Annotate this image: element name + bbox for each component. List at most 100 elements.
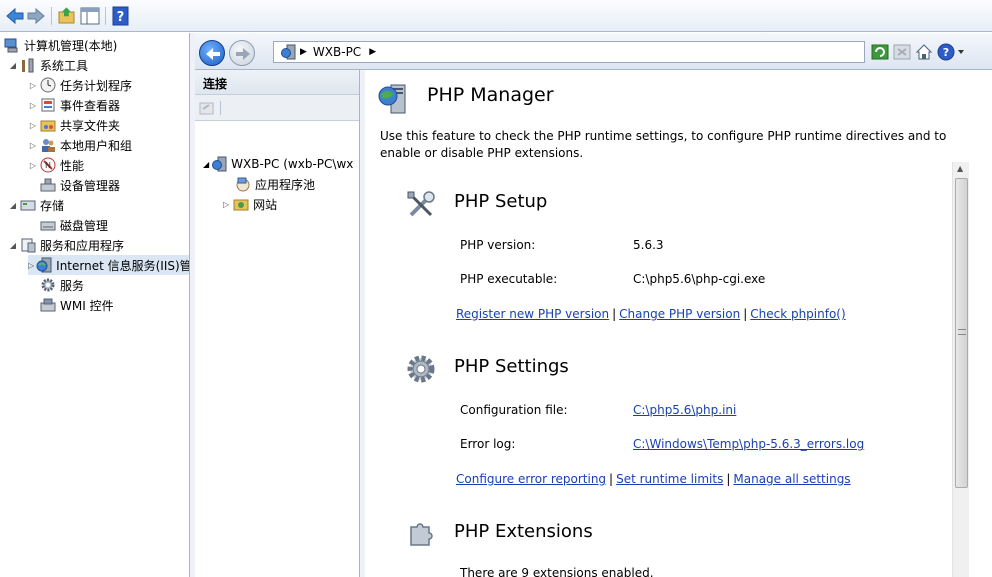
breadcrumb-arrow-icon[interactable]: ▶ [300,47,307,57]
php-executable-label: PHP executable: [460,272,558,286]
forward-arrow-icon[interactable] [26,6,46,26]
error-reporting-link[interactable]: Configure error reporting [456,472,606,486]
section-title-php-extensions: PHP Extensions [454,521,593,542]
error-log-link[interactable]: C:\Windows\Temp\php-5.6.3_errors.log [633,437,864,451]
connect-icon[interactable] [199,100,215,116]
show-hide-tree-icon[interactable] [80,6,100,26]
back-button[interactable] [199,40,225,66]
svg-text:?: ? [943,46,949,59]
tree-item-services[interactable]: 服务 [40,275,84,295]
change-php-link[interactable]: Change PHP version [619,307,740,321]
grip-icon [958,329,966,335]
tools-icon [405,189,437,221]
tree-item-label: 事件查看器 [60,98,121,113]
collapse-icon[interactable]: ◢ [8,241,18,250]
tree-item-label: 共享文件夹 [60,118,121,133]
expand-icon[interactable]: ▷ [223,200,229,209]
conn-node-label: 应用程序池 [255,177,316,192]
extensions-summary: There are 9 extensions enabled. [460,566,654,577]
scroll-up-arrow-icon[interactable]: ▲ [957,164,963,173]
register-php-link[interactable]: Register new PHP version [456,307,609,321]
collapse-icon[interactable]: ◢ [203,160,209,169]
scroll-thumb[interactable] [955,178,968,488]
app-pool-icon [235,176,251,192]
tree-item-performance[interactable]: ▷ N 性能 [28,155,84,175]
php-version-label: PHP version: [460,238,536,252]
tree-item-label: Internet 信息服务(IIS)管 [56,258,190,273]
address-box[interactable]: ▶ WXB-PC ▶ [273,41,865,63]
runtime-limits-link[interactable]: Set runtime limits [616,472,723,486]
home-icon[interactable] [915,43,933,61]
tree-item-label: 设备管理器 [60,178,121,193]
sites-folder-icon [233,196,249,212]
tree-item-label: 服务 [60,278,85,293]
server-icon [211,156,227,172]
php-settings-links: Configure error reporting | Set runtime li… [456,472,851,486]
section-title-php-setup: PHP Setup [454,191,548,212]
breadcrumb-server[interactable]: WXB-PC [313,45,361,59]
conn-node-app-pools[interactable]: 应用程序池 [235,174,315,194]
forward-button[interactable] [229,40,255,66]
refresh-icon[interactable] [871,43,889,61]
tree-item-task-scheduler[interactable]: ▷ 任务计划程序 [28,75,132,95]
expand-icon[interactable]: ▷ [28,81,38,90]
tree-item-label: 性能 [60,158,85,173]
stop-icon[interactable] [893,43,911,61]
address-bar-actions: ? [871,42,967,62]
help-icon[interactable]: ? [111,6,131,26]
gear-icon [405,353,437,385]
tree-item-label: 服务和应用程序 [40,238,125,253]
tree-root-label: 计算机管理(本地) [24,38,118,53]
conn-node-server[interactable]: ◢ WXB-PC (wxb-PC\wx [203,154,353,174]
tree-root[interactable]: 计算机管理(本地) [4,35,117,55]
section-title-php-settings: PHP Settings [454,356,569,377]
device-manager-icon [40,177,56,193]
svg-text:?: ? [117,10,125,25]
shared-folder-icon [40,117,56,133]
conn-node-label: 网站 [253,197,278,212]
storage-icon [20,197,36,213]
iis-manager: ▶ WXB-PC ▶ ? 连接 ◢ WXB-PC (wxb-PC\wx 应用程序… [195,33,992,577]
services-apps-icon [20,237,36,253]
back-arrow-icon[interactable] [5,6,25,26]
link-separator: | [609,472,614,486]
breadcrumb-arrow-icon[interactable]: ▶ [369,47,376,57]
up-folder-icon[interactable] [57,6,77,26]
connections-pane: 连接 ◢ WXB-PC (wxb-PC\wx 应用程序池 ▷ 网站 [195,70,360,577]
config-file-label: Configuration file: [460,403,568,417]
collapse-icon[interactable]: ◢ [8,201,18,210]
performance-icon: N [40,157,56,173]
check-phpinfo-link[interactable]: Check phpinfo() [750,307,845,321]
expand-icon[interactable]: ▷ [28,121,38,130]
tree-item-event-viewer[interactable]: ▷ 事件查看器 [28,95,120,115]
php-executable-value: C:\php5.6\php-cgi.exe [633,272,766,286]
link-separator: | [726,472,731,486]
tree-item-shared-folders[interactable]: ▷ 共享文件夹 [28,115,120,135]
server-icon [280,44,296,60]
tree-item-device-manager[interactable]: 设备管理器 [40,175,120,195]
tree-item-label: 系统工具 [40,58,89,73]
php-version-value: 5.6.3 [633,238,664,252]
page-title: PHP Manager [427,84,554,106]
tree-item-label: 本地用户和组 [60,138,133,153]
tree-item-disk-management[interactable]: 磁盘管理 [40,215,108,235]
expand-icon[interactable]: ▷ [28,261,34,270]
tree-item-services-apps[interactable]: ◢ 服务和应用程序 [8,235,124,255]
link-separator: | [612,307,617,321]
php-manager-content: PHP Manager Use this feature to check th… [365,70,992,577]
expand-icon[interactable]: ▷ [28,141,38,150]
tree-item-iis[interactable]: ▷ Internet 信息服务(IIS)管 [28,255,190,275]
expand-icon[interactable]: ▷ [28,161,38,170]
tree-item-system-tools[interactable]: ◢ 系统工具 [8,55,88,75]
main-toolbar: ? [0,0,992,32]
manage-settings-link[interactable]: Manage all settings [733,472,850,486]
conn-node-sites[interactable]: ▷ 网站 [223,194,277,214]
tree-item-local-users[interactable]: ▷ 本地用户和组 [28,135,132,155]
expand-icon[interactable]: ▷ [28,101,38,110]
tree-item-wmi[interactable]: WMI 控件 [40,295,114,315]
tree-item-storage[interactable]: ◢ 存储 [8,195,64,215]
collapse-icon[interactable]: ◢ [8,61,18,70]
config-file-link[interactable]: C:\php5.6\php.ini [633,403,736,417]
vertical-scrollbar[interactable]: ▲ [952,162,969,577]
help-dropdown-icon[interactable]: ? [937,43,967,61]
